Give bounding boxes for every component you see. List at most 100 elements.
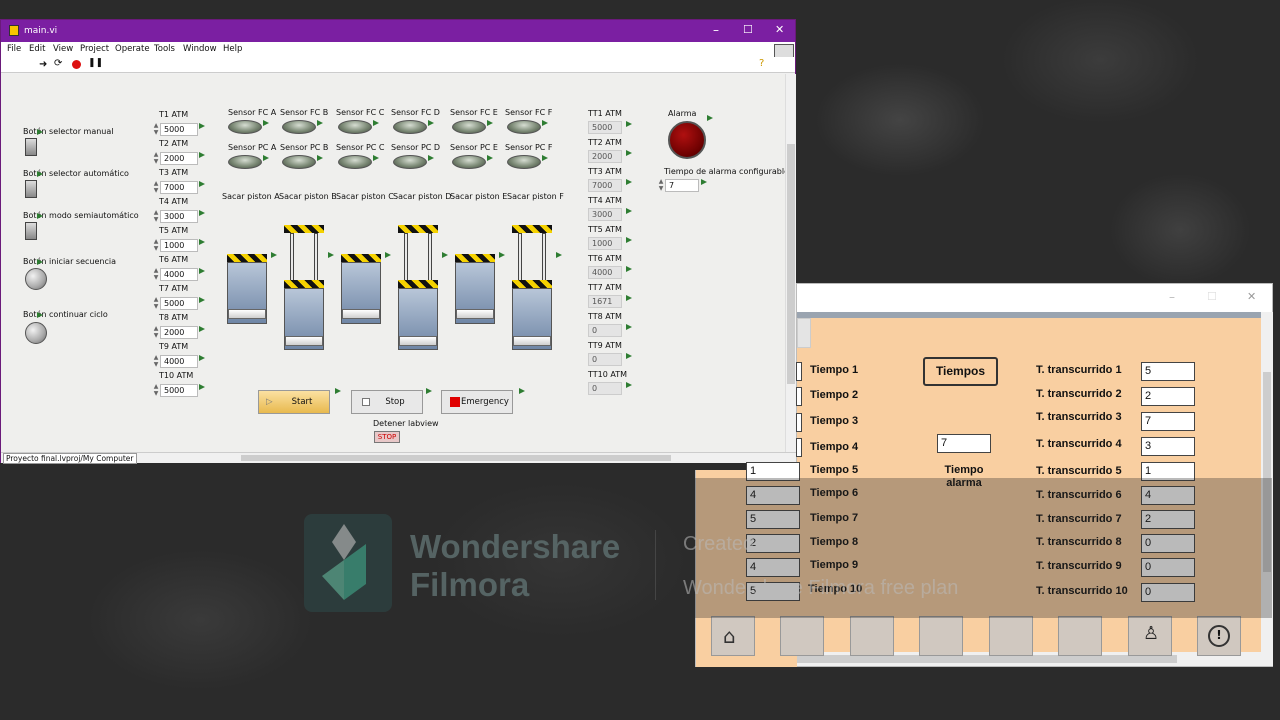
increment-icon[interactable]: ▲ ▼	[152, 209, 160, 223]
semiauto-switch[interactable]	[25, 222, 37, 240]
t-atm-input[interactable]: 2000	[160, 326, 198, 339]
terminal-arrow	[499, 252, 505, 258]
pause-icon[interactable]: ❚❚	[88, 58, 103, 68]
tt-atm-value: 0	[588, 353, 622, 366]
t-atm-input[interactable]: 5000	[160, 384, 198, 397]
sensor-label: Sensor FC E	[450, 108, 498, 117]
t-atm-input[interactable]: 7000	[160, 181, 198, 194]
home-icon: ⌂	[723, 624, 736, 648]
increment-icon[interactable]: ▲ ▼	[152, 122, 160, 136]
t-atm-input[interactable]: 4000	[160, 355, 198, 368]
sensor-led	[338, 120, 372, 134]
menu-bar: File Edit View Project Operate Tools Win…	[1, 42, 795, 62]
stop-labview-button[interactable]: STOP	[374, 431, 400, 443]
run-arrow-icon[interactable]: ➜	[39, 59, 47, 70]
sensor-label: Sensor PC A	[228, 143, 277, 152]
vertical-scrollbar[interactable]	[785, 74, 796, 452]
piston-label: Sacar piston D	[393, 192, 452, 201]
tiempo-input[interactable]	[796, 438, 802, 457]
increment-icon[interactable]: ▲ ▼	[152, 180, 160, 194]
tiempos-button[interactable]: Tiempos	[923, 357, 998, 386]
horizontal-scrollbar[interactable]	[241, 455, 671, 461]
stop-button[interactable]: Stop	[351, 390, 423, 414]
maximize-icon[interactable]: ☐	[743, 23, 753, 36]
increment-icon[interactable]: ▲ ▼	[152, 383, 160, 397]
increment-icon[interactable]: ▲ ▼	[152, 238, 160, 252]
menu-window[interactable]: Window	[183, 44, 217, 54]
sensor-led	[452, 120, 486, 134]
sensor-led	[282, 155, 316, 169]
user-button[interactable]: ♙	[1128, 616, 1172, 656]
menu-help[interactable]: Help	[223, 44, 242, 54]
t-atm-label: T10 ATM	[159, 371, 194, 380]
t-atm-input[interactable]: 5000	[160, 297, 198, 310]
continue-cycle-button[interactable]	[25, 322, 47, 344]
increment-icon[interactable]: ▲ ▼	[657, 178, 665, 192]
close-icon[interactable]: ✕	[1247, 290, 1256, 303]
piston-label: Sacar piston E	[450, 192, 508, 201]
menu-edit[interactable]: Edit	[29, 44, 45, 54]
terminal-arrow	[556, 252, 562, 258]
tt-atm-label: TT4 ATM	[588, 196, 622, 205]
increment-icon[interactable]: ▲ ▼	[152, 325, 160, 339]
tiempo-alarma-input[interactable]: 7	[937, 434, 991, 453]
emergency-button[interactable]: Emergency	[441, 390, 513, 414]
tt-atm-value: 3000	[588, 208, 622, 221]
start-sequence-button[interactable]	[25, 268, 47, 290]
increment-icon[interactable]: ▲ ▼	[152, 151, 160, 165]
terminal-arrow	[542, 155, 548, 161]
toolbar: ➜ ⟳ ❚❚ ?	[1, 57, 795, 73]
piston-d-head	[398, 225, 438, 233]
increment-icon[interactable]: ▲ ▼	[152, 354, 160, 368]
sensor-led	[393, 155, 427, 169]
home-button[interactable]: ⌂	[711, 616, 755, 656]
piston-f-collar	[512, 280, 552, 288]
minimize-icon[interactable]: –	[1169, 290, 1175, 304]
abort-icon[interactable]	[72, 60, 81, 69]
nav-button-5[interactable]	[989, 616, 1033, 656]
tiempo-label: Tiempo 4	[810, 441, 859, 453]
menu-file[interactable]: File	[7, 44, 21, 54]
nav-button-2[interactable]	[780, 616, 824, 656]
increment-icon[interactable]: ▲ ▼	[152, 296, 160, 310]
increment-icon[interactable]: ▲ ▼	[152, 267, 160, 281]
menu-view[interactable]: View	[53, 44, 73, 54]
menu-operate[interactable]: Operate	[115, 44, 150, 54]
tiempo-input[interactable]	[796, 362, 802, 381]
close-icon[interactable]: ✕	[775, 23, 784, 36]
t-atm-input[interactable]: 4000	[160, 268, 198, 281]
power-button[interactable]: !	[1197, 616, 1241, 656]
nav-button-3[interactable]	[850, 616, 894, 656]
menu-tools[interactable]: Tools	[154, 44, 175, 54]
terminal-arrow	[373, 155, 379, 161]
maximize-icon[interactable]: ☐	[1207, 290, 1217, 303]
nav-button-4[interactable]	[919, 616, 963, 656]
run-continuous-icon[interactable]: ⟳	[54, 58, 62, 69]
t-atm-input[interactable]: 1000	[160, 239, 198, 252]
tiempo-input[interactable]	[796, 413, 802, 432]
minimize-icon[interactable]: –	[713, 23, 719, 37]
alarm-time-input[interactable]: 7	[665, 179, 699, 192]
terminal-arrow	[626, 324, 632, 330]
terminal-arrow	[317, 155, 323, 161]
manual-switch[interactable]	[25, 138, 37, 156]
t-atm-input[interactable]: 5000	[160, 123, 198, 136]
piston-d-base	[399, 336, 437, 346]
auto-switch[interactable]	[25, 180, 37, 198]
nav-button-6[interactable]	[1058, 616, 1102, 656]
start-button[interactable]: ▷ Start	[258, 390, 330, 414]
t-atm-label: T6 ATM	[159, 255, 189, 264]
stop-labview-label: Detener labview	[373, 419, 439, 428]
piston-rod	[314, 233, 318, 281]
t-atm-label: T5 ATM	[159, 226, 189, 235]
status-bar: Proyecto final.lvproj/My Computer	[1, 452, 796, 464]
tiempo-input[interactable]	[796, 387, 802, 406]
piston-rod	[290, 233, 294, 281]
terminal-arrow	[626, 208, 632, 214]
terminal-arrow	[199, 268, 205, 274]
help-icon[interactable]: ?	[759, 58, 764, 69]
terminal-arrow	[335, 388, 341, 394]
menu-project[interactable]: Project	[80, 44, 109, 54]
t-atm-input[interactable]: 2000	[160, 152, 198, 165]
t-atm-input[interactable]: 3000	[160, 210, 198, 223]
